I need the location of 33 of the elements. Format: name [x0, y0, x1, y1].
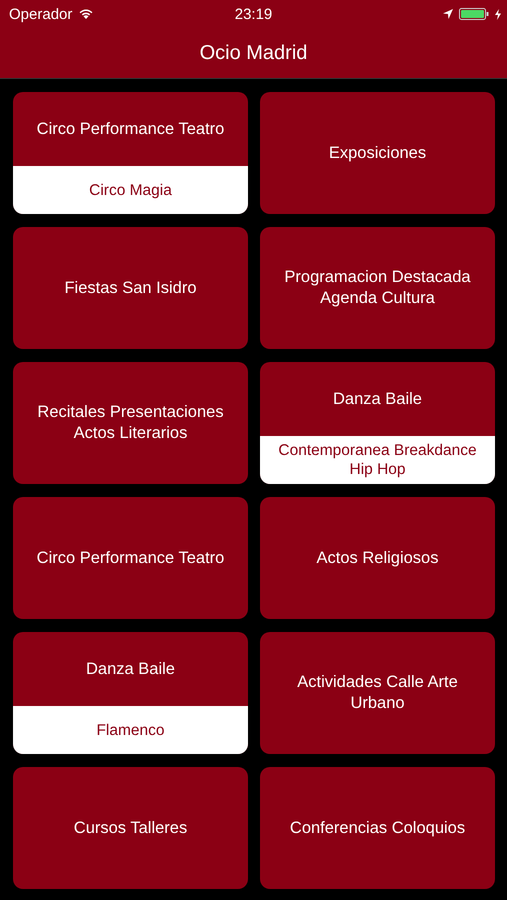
category-tile[interactable]: Danza Baile Flamenco	[13, 632, 248, 754]
location-arrow-icon	[443, 9, 453, 19]
carrier-name: Operador	[9, 6, 72, 22]
tile-title: Fiestas San Isidro	[63, 278, 198, 298]
tile-title: Circo Performance Teatro	[36, 118, 226, 140]
tile-subtitle: Flamenco	[13, 706, 248, 754]
tile-title: Programacion Destacada Agenda Cultura	[283, 267, 472, 309]
category-tile[interactable]: Exposiciones	[260, 92, 495, 214]
category-tile[interactable]: Circo Performance Teatro Circo Magia	[13, 92, 248, 214]
tile-subtitle: Contemporanea Breakdance Hip Hop	[260, 436, 495, 484]
tile-title: Circo Performance Teatro	[36, 548, 226, 568]
tile-subtitle: Circo Magia	[13, 166, 248, 214]
category-tile[interactable]: Fiestas San Isidro	[13, 227, 248, 349]
nav-title: Ocio Madrid	[200, 42, 308, 64]
tile-title: Recitales Presentaciones Actos Literarios	[36, 402, 225, 444]
tile-title: Cursos Talleres	[72, 818, 188, 838]
tile-title: Exposiciones	[328, 142, 428, 164]
category-tile[interactable]: Danza Baile Contemporanea Breakdance Hip Hop	[260, 362, 495, 484]
category-tile[interactable]: Actos Religiosos	[260, 497, 495, 619]
battery-icon	[459, 8, 489, 20]
category-tile[interactable]: Circo Performance Teatro	[13, 497, 248, 619]
tile-title: Actos Religiosos	[316, 548, 440, 568]
tile-title: Danza Baile	[332, 388, 423, 410]
status-time: 23:19	[234, 6, 272, 22]
category-tile[interactable]: Recitales Presentaciones Actos Literarios	[13, 362, 248, 484]
tile-title: Danza Baile	[85, 658, 176, 680]
tile-title: Actividades Calle Arte Urbano	[296, 672, 459, 714]
wifi-icon	[78, 8, 94, 20]
category-tile[interactable]: Actividades Calle Arte Urbano	[260, 632, 495, 754]
category-tile[interactable]: Conferencias Coloquios	[260, 767, 495, 889]
category-tile[interactable]: Programacion Destacada Agenda Cultura	[260, 227, 495, 349]
tile-title: Conferencias Coloquios	[288, 818, 466, 838]
category-tile[interactable]: Cursos Talleres	[13, 767, 248, 889]
